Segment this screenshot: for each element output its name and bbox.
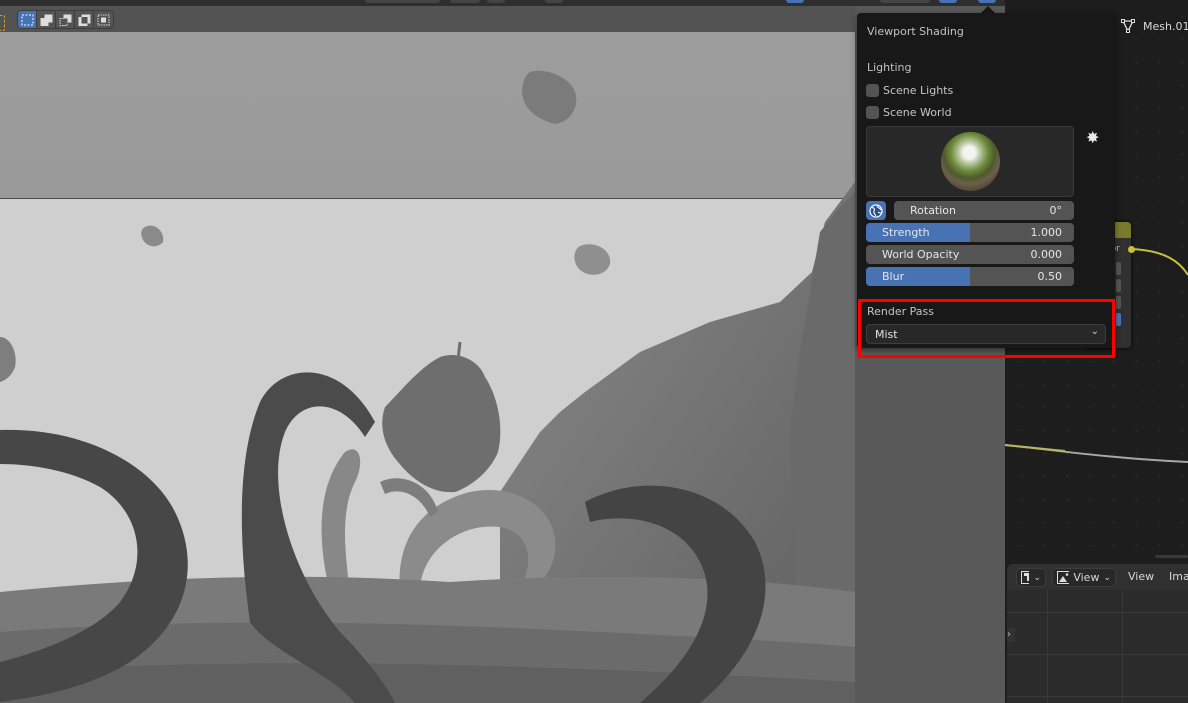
node-header[interactable] xyxy=(1115,222,1131,238)
vehicle-antenna xyxy=(456,341,462,361)
chevron-down-icon: ⌄ xyxy=(1033,572,1041,583)
scene-world-label: Scene World xyxy=(883,106,952,119)
selection-mode-group xyxy=(17,10,114,29)
lighting-label: Lighting xyxy=(867,61,912,74)
select-set-icon xyxy=(21,14,33,25)
shading-dropdown-button[interactable] xyxy=(978,0,996,3)
header-toggle-active[interactable] xyxy=(786,0,804,3)
mist-render-scene xyxy=(0,32,855,703)
gear-icon[interactable]: ✸ xyxy=(1086,128,1099,147)
select-intersect-icon xyxy=(97,14,110,25)
strength-label: Strength xyxy=(882,226,930,239)
node-wire-yellow xyxy=(1129,248,1188,276)
image-icon xyxy=(1057,571,1070,584)
node-field[interactable] xyxy=(1116,279,1121,292)
select-subtract-icon xyxy=(59,14,71,26)
select-mode-extend[interactable] xyxy=(37,11,56,28)
blur-label: Blur xyxy=(882,270,905,283)
view-mode-dropdown[interactable]: View ⌄ xyxy=(1052,568,1116,587)
world-space-lighting-toggle[interactable] xyxy=(866,201,886,220)
menu-image[interactable]: Ima xyxy=(1169,570,1188,583)
popover-arrow xyxy=(981,6,995,13)
strength-slider[interactable]: Strength 1.000 xyxy=(866,223,1074,242)
select-tool-icon[interactable] xyxy=(0,15,5,31)
node-wire-yellow-segment xyxy=(1005,444,1066,452)
select-mode-set[interactable] xyxy=(18,11,37,28)
checkbox-box[interactable] xyxy=(866,84,879,97)
view-mode-label: View xyxy=(1073,571,1100,584)
viewport-shading-popover: Viewport Shading Lighting Scene Lights S… xyxy=(857,13,1115,348)
rotation-label: Rotation xyxy=(910,204,957,217)
scene-lights-checkbox[interactable]: Scene Lights xyxy=(866,84,953,97)
select-mode-intersect[interactable] xyxy=(94,11,113,28)
mesh-icon xyxy=(1121,19,1135,33)
world-opacity-slider[interactable]: World Opacity 0.000 xyxy=(866,245,1074,264)
scene-world-checkbox[interactable]: Scene World xyxy=(866,106,952,119)
annotation-highlight-box xyxy=(858,299,1115,358)
select-mode-subtract[interactable] xyxy=(56,11,75,28)
scene-lights-label: Scene Lights xyxy=(883,84,954,97)
header-button[interactable] xyxy=(450,0,480,3)
object-name-label: Mesh.01 xyxy=(1121,19,1188,33)
hdri-preview-button[interactable] xyxy=(866,126,1074,197)
viewport-toolbar xyxy=(0,6,855,32)
3d-viewport[interactable] xyxy=(0,32,855,703)
header-button[interactable] xyxy=(487,0,505,3)
rotation-value: 0° xyxy=(1049,204,1063,217)
blur-value: 0.50 xyxy=(1037,270,1063,283)
image-editor-icon xyxy=(1021,571,1030,584)
sidebar-toggle[interactable]: › xyxy=(1007,628,1015,642)
world-icon xyxy=(869,203,883,218)
world-opacity-value: 0.000 xyxy=(1030,248,1063,261)
node-editor-scrollbar[interactable] xyxy=(1155,555,1188,558)
strength-value: 1.000 xyxy=(1030,226,1063,239)
chevron-down-icon: ⌄ xyxy=(1103,572,1111,583)
hdri-sphere-icon xyxy=(941,132,1000,191)
header-button[interactable] xyxy=(880,0,930,3)
image-editor: ⌄ View ⌄ View Ima › xyxy=(1007,564,1188,703)
checkbox-box[interactable] xyxy=(866,106,879,119)
menu-view[interactable]: View xyxy=(1128,570,1154,583)
node-output-socket[interactable] xyxy=(1128,246,1135,253)
rotation-field[interactable]: Rotation 0° xyxy=(894,201,1074,220)
image-editor-header: ⌄ View ⌄ View Ima xyxy=(1007,564,1188,590)
node-field[interactable] xyxy=(1116,296,1121,309)
node-field-active[interactable] xyxy=(1116,313,1121,326)
node-field[interactable] xyxy=(1116,262,1121,275)
image-canvas[interactable]: › xyxy=(1007,590,1188,703)
header-button[interactable] xyxy=(365,0,440,3)
blur-slider[interactable]: Blur 0.50 xyxy=(866,267,1074,286)
select-mode-difference[interactable] xyxy=(75,11,94,28)
select-extend-icon xyxy=(40,14,52,26)
popover-title: Viewport Shading xyxy=(867,25,964,38)
header-toggle-active[interactable] xyxy=(939,0,957,3)
select-difference-icon xyxy=(78,14,90,26)
world-opacity-label: World Opacity xyxy=(882,248,960,261)
header-button[interactable] xyxy=(545,0,563,3)
mesh-name: Mesh.01 xyxy=(1143,19,1188,33)
editor-type-button[interactable]: ⌄ xyxy=(1016,568,1046,587)
